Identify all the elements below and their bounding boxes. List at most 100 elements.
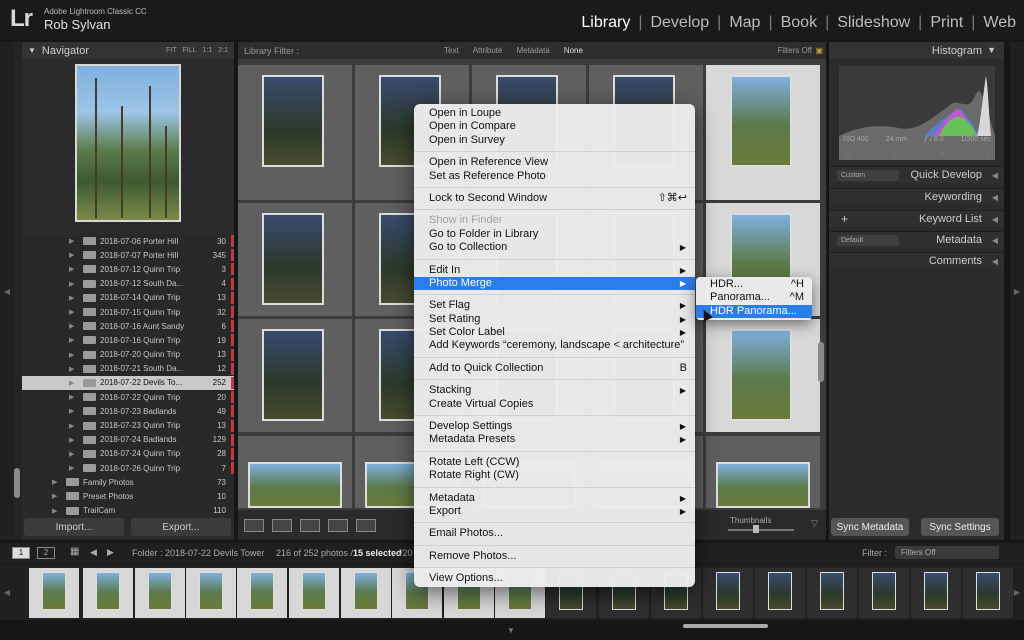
folder-row[interactable]: ▶ 2018-07-16 Quinn Trip 19 bbox=[22, 333, 234, 347]
folder-row[interactable]: ▶ 2018-07-24 Quinn Trip 28 bbox=[22, 447, 234, 461]
zoom-fit[interactable]: FIT bbox=[166, 47, 177, 54]
menu-item-metadata-presets[interactable]: Metadata Presets ▶ bbox=[414, 433, 695, 446]
folder-row[interactable]: ▶ TrailCam 110 bbox=[22, 504, 234, 518]
photo-thumbnail[interactable] bbox=[248, 462, 342, 508]
window-2-button[interactable]: 2 bbox=[37, 547, 55, 559]
menu-item-lock-to-second-window[interactable]: Lock to Second Window ⇧⌘↩ bbox=[414, 192, 695, 205]
filmstrip-scrollbar[interactable] bbox=[683, 624, 768, 628]
section-metadata[interactable]: Default Metadata ◀ bbox=[829, 231, 1004, 248]
grid-cell[interactable] bbox=[238, 203, 352, 316]
filmstrip-thumbnail[interactable] bbox=[289, 568, 339, 618]
menu-item-go-to-folder-in-library[interactable]: Go to Folder in Library bbox=[414, 228, 695, 241]
photo-thumbnail[interactable] bbox=[262, 329, 324, 421]
menu-item-open-in-loupe[interactable]: Open in Loupe bbox=[414, 107, 695, 120]
export-button[interactable]: Export... bbox=[131, 518, 231, 536]
triangle-right-icon[interactable]: ▶ bbox=[69, 464, 77, 472]
filmstrip-thumbnail[interactable] bbox=[859, 568, 909, 618]
folder-row[interactable]: ▶ 2018-07-07 Porter Hill 345 bbox=[22, 248, 234, 262]
folder-row[interactable]: ▶ 2018-07-20 Quinn Trip 13 bbox=[22, 348, 234, 362]
submenu-item-hdr-panorama[interactable]: HDR Panorama... bbox=[696, 304, 812, 319]
filmstrip-left-toggle[interactable]: ◀ bbox=[0, 565, 14, 620]
lock-icon[interactable]: ▣ bbox=[815, 46, 823, 55]
filmstrip-thumbnail[interactable] bbox=[963, 568, 1013, 618]
survey-view-icon[interactable] bbox=[328, 519, 348, 532]
thumbnail-size-knob[interactable] bbox=[753, 525, 759, 533]
triangle-right-icon[interactable]: ▶ bbox=[69, 280, 77, 288]
menu-item-set-as-reference-photo[interactable]: Set as Reference Photo bbox=[414, 170, 695, 183]
folder-row[interactable]: ▶ 2018-07-23 Quinn Trip 13 bbox=[22, 418, 234, 432]
folder-row[interactable]: ▶ Family Photos 73 bbox=[22, 475, 234, 489]
tool-count-1[interactable]: 15 bbox=[843, 152, 851, 159]
triangle-right-icon[interactable]: ▶ bbox=[69, 422, 77, 430]
grid-cell[interactable] bbox=[706, 436, 820, 508]
triangle-right-icon[interactable]: ▶ bbox=[69, 351, 77, 359]
grid-cell[interactable] bbox=[238, 65, 352, 200]
photo-thumbnail[interactable] bbox=[262, 75, 324, 167]
triangle-right-icon[interactable]: ▶ bbox=[69, 393, 77, 401]
photo-thumbnail[interactable] bbox=[730, 329, 792, 421]
folder-row[interactable]: ▶ 2018-07-15 Quinn Trip 32 bbox=[22, 305, 234, 319]
zoom-1-1[interactable]: 1:1 bbox=[203, 47, 213, 54]
left-edge-toggle[interactable]: ◀ bbox=[0, 42, 14, 540]
folder-row[interactable]: ▶ 2018-07-26 Quinn Trip 7 bbox=[22, 461, 234, 475]
thumbnail-size-slider[interactable] bbox=[728, 529, 794, 531]
photo-thumbnail[interactable] bbox=[262, 213, 324, 305]
module-map[interactable]: Map bbox=[729, 14, 760, 32]
menu-item-remove-photos[interactable]: Remove Photos... bbox=[414, 550, 695, 563]
import-button[interactable]: Import... bbox=[24, 518, 124, 536]
grid-cell[interactable] bbox=[238, 436, 352, 508]
triangle-right-icon[interactable]: ▶ bbox=[69, 436, 77, 444]
module-book[interactable]: Book bbox=[781, 14, 817, 32]
histogram-header[interactable]: Histogram ▼ bbox=[829, 42, 1004, 59]
sync-settings-button[interactable]: Sync Settings bbox=[921, 518, 999, 536]
photo-thumbnail[interactable] bbox=[716, 462, 810, 508]
module-develop[interactable]: Develop bbox=[650, 14, 709, 32]
menu-item-rotate-left-ccw[interactable]: Rotate Left (CCW) bbox=[414, 456, 695, 469]
menu-item-metadata[interactable]: Metadata ▶ bbox=[414, 492, 695, 505]
triangle-right-icon[interactable]: ▶ bbox=[69, 265, 77, 273]
module-library[interactable]: Library bbox=[581, 14, 630, 32]
folder-row[interactable]: ▶ 2018-07-21 South Da... 12 bbox=[22, 362, 234, 376]
triangle-right-icon[interactable]: ▶ bbox=[69, 379, 77, 387]
section-preset-dropdown[interactable]: + bbox=[837, 213, 899, 225]
folder-row[interactable]: ▶ Preset Photos 10 bbox=[22, 489, 234, 503]
zoom-fill[interactable]: FILL bbox=[183, 47, 197, 54]
toolbar-menu-icon[interactable]: ▽ bbox=[811, 518, 818, 529]
triangle-right-icon[interactable]: ▶ bbox=[69, 365, 77, 373]
filter-tab-none[interactable]: None bbox=[564, 46, 583, 55]
filter-dropdown[interactable]: Filters Off bbox=[895, 546, 999, 559]
submenu-item-hdr[interactable]: HDR... ^H bbox=[696, 278, 812, 291]
section-quick-develop[interactable]: Custom Quick Develop ◀ bbox=[829, 166, 1004, 183]
filter-status[interactable]: Filters Off bbox=[777, 46, 812, 55]
filmstrip-thumbnail[interactable] bbox=[341, 568, 391, 618]
filmstrip-thumbnail[interactable] bbox=[237, 568, 287, 618]
folder-row[interactable]: ▶ 2018-07-14 Quinn Trip 13 bbox=[22, 291, 234, 305]
triangle-right-icon[interactable]: ▶ bbox=[69, 322, 77, 330]
grid-cell[interactable] bbox=[706, 319, 820, 432]
left-scroll-track[interactable] bbox=[14, 42, 22, 540]
folder-row[interactable]: ▶ 2018-07-12 South Da... 4 bbox=[22, 277, 234, 291]
folder-row[interactable]: ▶ 2018-07-24 Badlands 129 bbox=[22, 433, 234, 447]
submenu-item-panorama[interactable]: Panorama... ^M bbox=[696, 291, 812, 304]
menu-item-go-to-collection[interactable]: Go to Collection ▶ bbox=[414, 241, 695, 254]
folder-row[interactable]: ▶ 2018-07-12 Quinn Trip 3 bbox=[22, 262, 234, 276]
filmstrip-thumbnail[interactable] bbox=[755, 568, 805, 618]
triangle-right-icon[interactable]: ▶ bbox=[69, 308, 77, 316]
filter-tab-text[interactable]: Text bbox=[444, 46, 459, 55]
people-view-icon[interactable] bbox=[356, 519, 376, 532]
menu-item-open-in-survey[interactable]: Open in Survey bbox=[414, 134, 695, 147]
filmstrip-thumbnail[interactable] bbox=[911, 568, 961, 618]
grid-view-icon[interactable] bbox=[244, 519, 264, 532]
triangle-right-icon[interactable]: ▶ bbox=[69, 336, 77, 344]
module-print[interactable]: Print bbox=[930, 14, 963, 32]
menu-item-add-to-quick-collection[interactable]: Add to Quick Collection B bbox=[414, 362, 695, 375]
module-slideshow[interactable]: Slideshow bbox=[837, 14, 910, 32]
section-preset-dropdown[interactable]: Custom bbox=[837, 170, 899, 181]
menu-item-edit-in[interactable]: Edit In ▶ bbox=[414, 264, 695, 277]
triangle-right-icon[interactable]: ▶ bbox=[52, 492, 60, 500]
folder-source[interactable]: Folder : 2018-07-22 Devils Tower bbox=[132, 548, 264, 558]
sync-metadata-button[interactable]: Sync Metadata bbox=[831, 518, 909, 536]
filmstrip-thumbnail[interactable] bbox=[135, 568, 185, 618]
loupe-view-icon[interactable] bbox=[272, 519, 292, 532]
histogram-graph[interactable] bbox=[839, 66, 995, 160]
